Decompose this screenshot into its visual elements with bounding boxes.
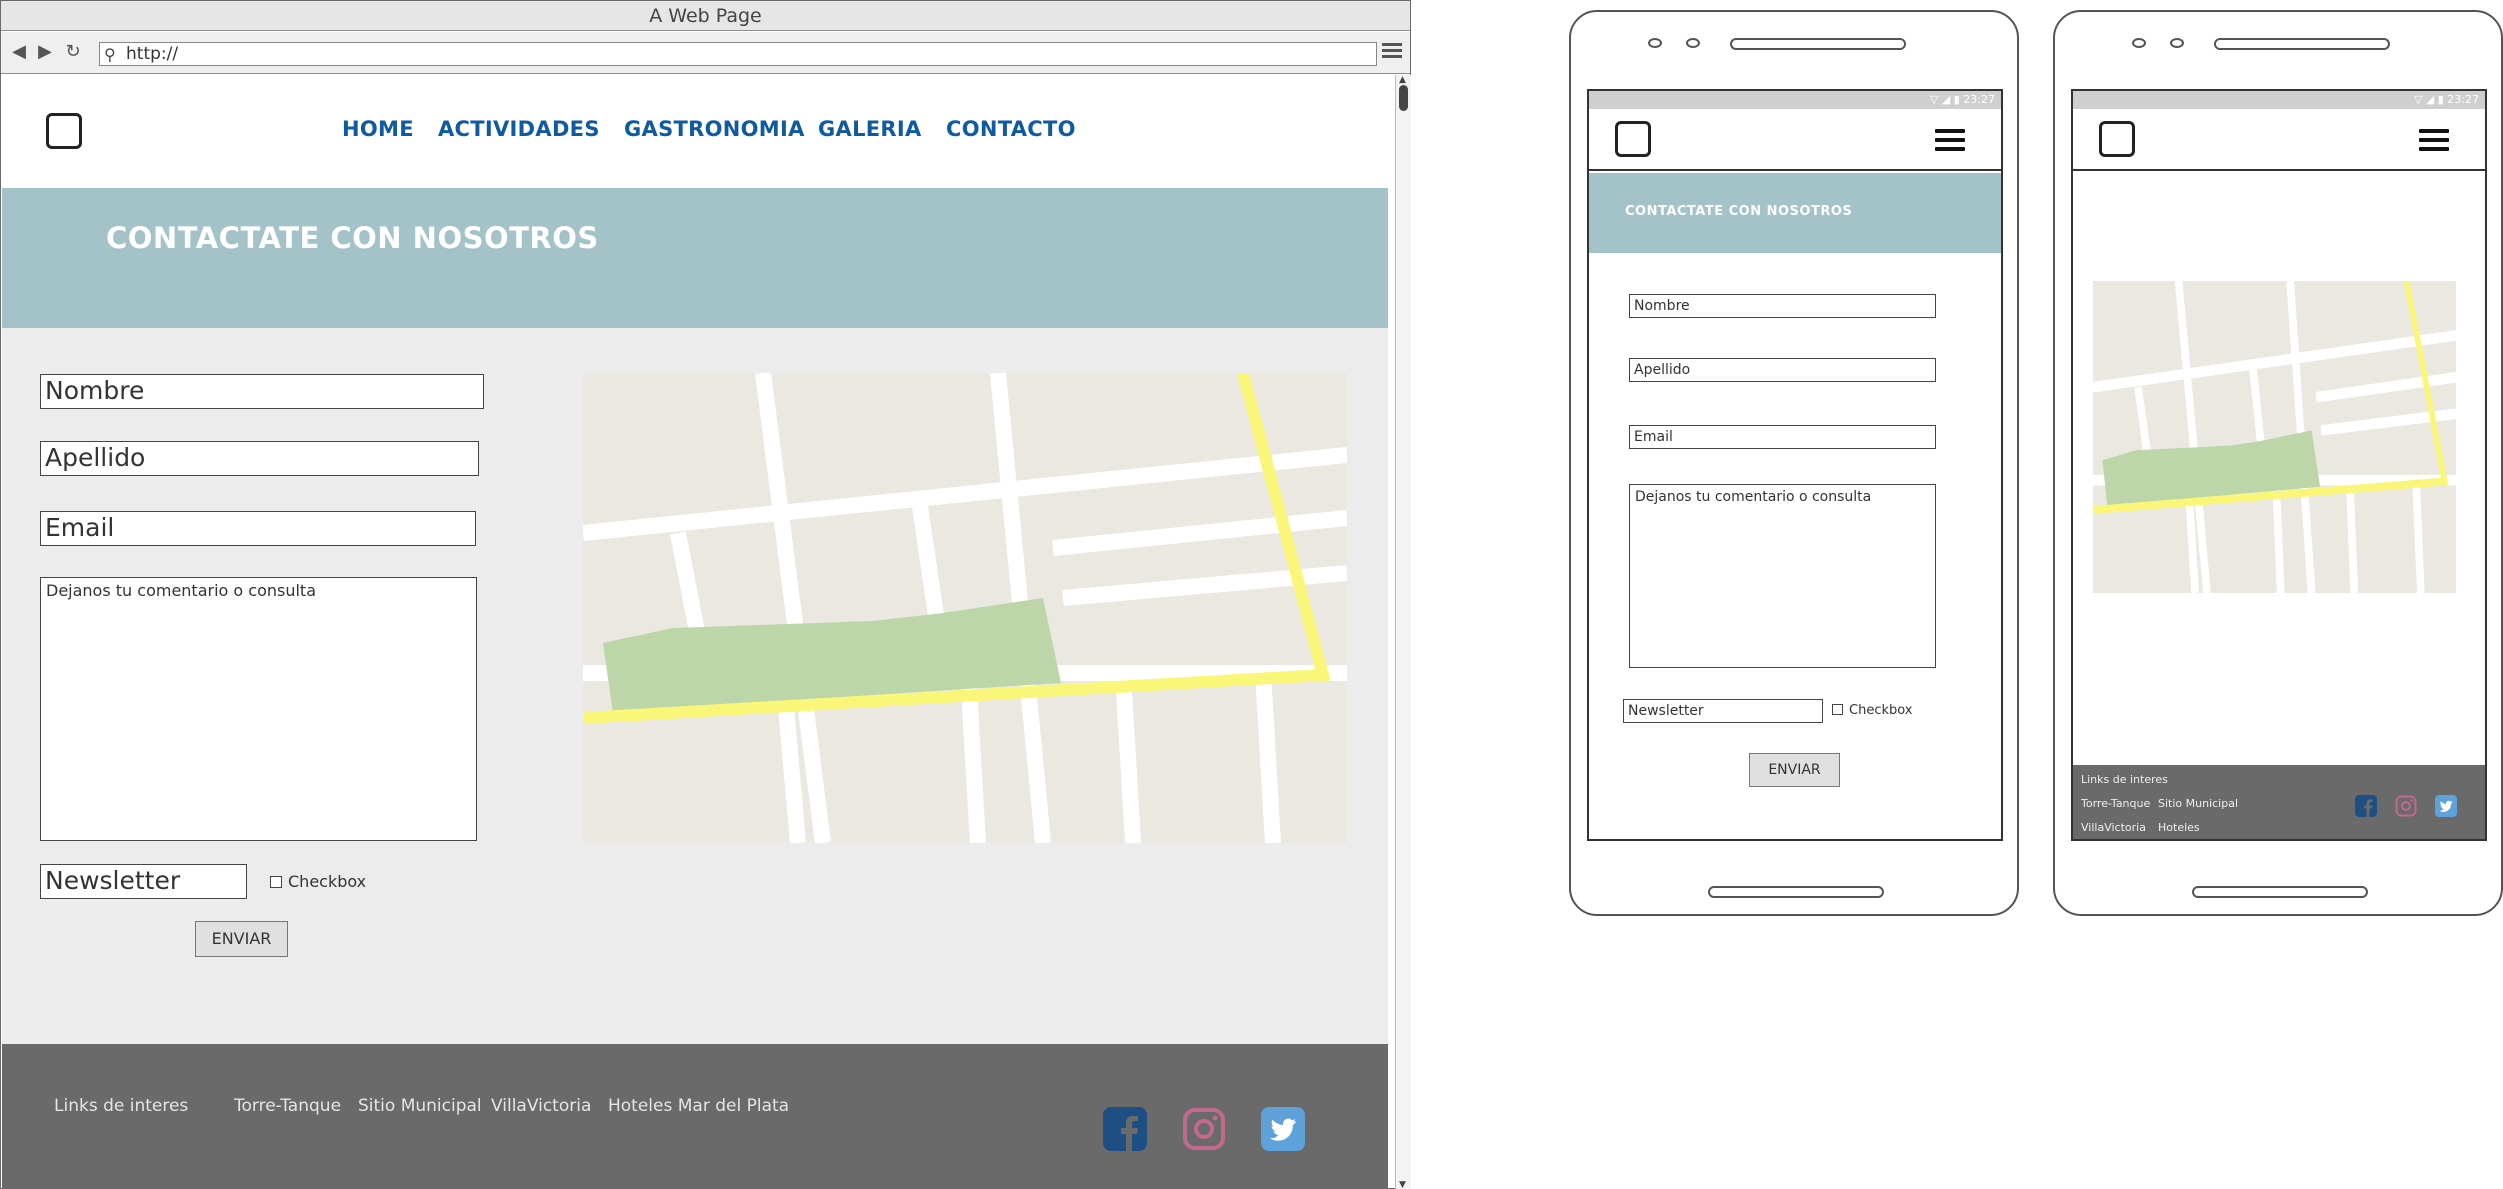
search-icon: ⚲ xyxy=(104,45,116,64)
hamburger-menu-icon[interactable] xyxy=(2419,129,2449,156)
site-header: HOME ACTIVIDADES GASTRONOMIA GALERIA CON… xyxy=(2,75,1388,188)
url-text: http:// xyxy=(126,44,179,64)
footer-link-torre-tanque[interactable]: Torre-Tanque xyxy=(2081,797,2150,810)
logo[interactable] xyxy=(46,113,82,149)
site-footer: Links de interes Torre-Tanque Sitio Muni… xyxy=(2,1044,1388,1189)
map-graphic xyxy=(583,373,1347,843)
status-time: 23:27 xyxy=(1963,93,1995,106)
submit-button[interactable]: ENVIAR xyxy=(195,921,288,957)
window-title: A Web Page xyxy=(1,1,1410,31)
footer-link-hoteles[interactable]: Hoteles xyxy=(2158,821,2200,834)
map-graphic xyxy=(2093,281,2456,593)
phone-screen: ▽ ◢ ▮ 23:27 Links de interes Torre-Tanqu… xyxy=(2071,89,2487,841)
checkbox-label: Checkbox xyxy=(288,872,367,891)
apellido-field[interactable]: Apellido xyxy=(40,441,479,476)
mobile-page-title: CONTACTATE CON NOSOTROS xyxy=(1625,204,1853,219)
back-icon[interactable]: ◀ xyxy=(9,42,29,62)
hero-banner: CONTACTATE CON NOSOTROS xyxy=(2,188,1388,328)
comment-textarea[interactable]: Dejanos tu comentario o consulta xyxy=(1629,484,1936,668)
browser-menu-icon[interactable] xyxy=(1382,40,1402,61)
mobile-header xyxy=(1589,109,2001,171)
facebook-icon[interactable] xyxy=(2355,795,2377,817)
twitter-icon[interactable] xyxy=(2435,795,2457,817)
reload-icon[interactable]: ↻ xyxy=(63,42,83,62)
apellido-field[interactable]: Apellido xyxy=(1629,358,1936,382)
nav-galeria[interactable]: GALERIA xyxy=(818,117,922,141)
twitter-icon[interactable] xyxy=(1261,1107,1305,1151)
sensor-icon xyxy=(1686,38,1700,48)
url-bar[interactable]: ⚲ http:// xyxy=(99,42,1377,66)
footer-link-villavictoria[interactable]: VillaVictoria xyxy=(491,1096,591,1116)
email-field[interactable]: Email xyxy=(1629,425,1936,449)
nav-actividades[interactable]: ACTIVIDADES xyxy=(438,117,600,141)
newsletter-checkbox[interactable]: Checkbox xyxy=(270,872,366,891)
logo[interactable] xyxy=(2099,121,2135,157)
phone-screen: ▽ ◢ ▮ 23:27 CONTACTATE CON NOSOTROS Nomb… xyxy=(1587,89,2003,841)
phone-mockup-form: ▽ ◢ ▮ 23:27 CONTACTATE CON NOSOTROS Nomb… xyxy=(1569,10,2019,916)
email-field[interactable]: Email xyxy=(40,511,476,546)
nombre-field[interactable]: Nombre xyxy=(40,374,484,409)
footer-heading: Links de interes xyxy=(2081,773,2168,786)
instagram-icon[interactable] xyxy=(2395,795,2417,817)
page-title: CONTACTATE CON NOSOTROS xyxy=(106,221,599,255)
status-time: 23:27 xyxy=(2447,93,2479,106)
scroll-up-icon[interactable]: ▲ xyxy=(1399,75,1406,85)
browser-toolbar: ◀ ▶ ↻ ⚲ http:// xyxy=(1,32,1410,74)
page-viewport: HOME ACTIVIDADES GASTRONOMIA GALERIA CON… xyxy=(2,75,1388,1189)
newsletter-field[interactable]: Newsletter xyxy=(40,864,247,899)
location-map[interactable] xyxy=(583,373,1347,843)
instagram-icon[interactable] xyxy=(1182,1107,1226,1151)
home-bar-icon xyxy=(1708,886,1884,898)
nav-home[interactable]: HOME xyxy=(342,117,414,141)
mobile-hero: CONTACTATE CON NOSOTROS xyxy=(1589,173,2001,253)
comment-textarea[interactable]: Dejanos tu comentario o consulta xyxy=(40,577,477,841)
mobile-header xyxy=(2073,109,2485,171)
nav-gastronomia[interactable]: GASTRONOMIA xyxy=(624,117,805,141)
newsletter-checkbox[interactable]: Checkbox xyxy=(1832,703,1913,718)
home-bar-icon xyxy=(2192,886,2368,898)
logo[interactable] xyxy=(1615,121,1651,157)
page-scrollbar[interactable]: ▲ ▼ xyxy=(1395,75,1411,1189)
footer-link-sitio-municipal[interactable]: Sitio Municipal xyxy=(358,1096,482,1116)
checkbox-label: Checkbox xyxy=(1849,703,1913,718)
status-bar: ▽ ◢ ▮ 23:27 xyxy=(1589,91,2001,109)
footer-link-sitio-municipal[interactable]: Sitio Municipal xyxy=(2158,797,2238,810)
checkbox-box[interactable] xyxy=(1832,704,1843,715)
camera-icon xyxy=(1648,38,1662,48)
location-map[interactable] xyxy=(2093,281,2456,593)
speaker-icon xyxy=(1730,38,1906,50)
submit-button[interactable]: ENVIAR xyxy=(1749,753,1840,787)
checkbox-box[interactable] xyxy=(270,876,282,888)
sensor-icon xyxy=(2170,38,2184,48)
footer-link-torre-tanque[interactable]: Torre-Tanque xyxy=(234,1096,341,1116)
footer-link-hoteles[interactable]: Hoteles Mar del Plata xyxy=(608,1096,789,1116)
footer-heading: Links de interes xyxy=(54,1096,189,1116)
phone-mockup-map: ▽ ◢ ▮ 23:27 Links de interes Torre-Tanqu… xyxy=(2053,10,2503,916)
facebook-icon[interactable] xyxy=(1103,1107,1147,1151)
speaker-icon xyxy=(2214,38,2390,50)
camera-icon xyxy=(2132,38,2146,48)
browser-window: A Web Page ◀ ▶ ↻ ⚲ http:// HOME ACTIVIDA… xyxy=(0,0,1411,1189)
nombre-field[interactable]: Nombre xyxy=(1629,294,1936,318)
nav-contacto[interactable]: CONTACTO xyxy=(946,117,1076,141)
status-bar: ▽ ◢ ▮ 23:27 xyxy=(2073,91,2485,109)
hamburger-menu-icon[interactable] xyxy=(1935,129,1965,156)
footer-link-villavictoria[interactable]: VillaVictoria xyxy=(2081,821,2146,834)
mobile-footer: Links de interes Torre-Tanque Sitio Muni… xyxy=(2073,765,2485,839)
forward-icon[interactable]: ▶ xyxy=(35,42,55,62)
scroll-thumb[interactable] xyxy=(1399,85,1408,111)
scroll-down-icon[interactable]: ▼ xyxy=(1399,1180,1406,1189)
newsletter-field[interactable]: Newsletter xyxy=(1623,699,1823,723)
